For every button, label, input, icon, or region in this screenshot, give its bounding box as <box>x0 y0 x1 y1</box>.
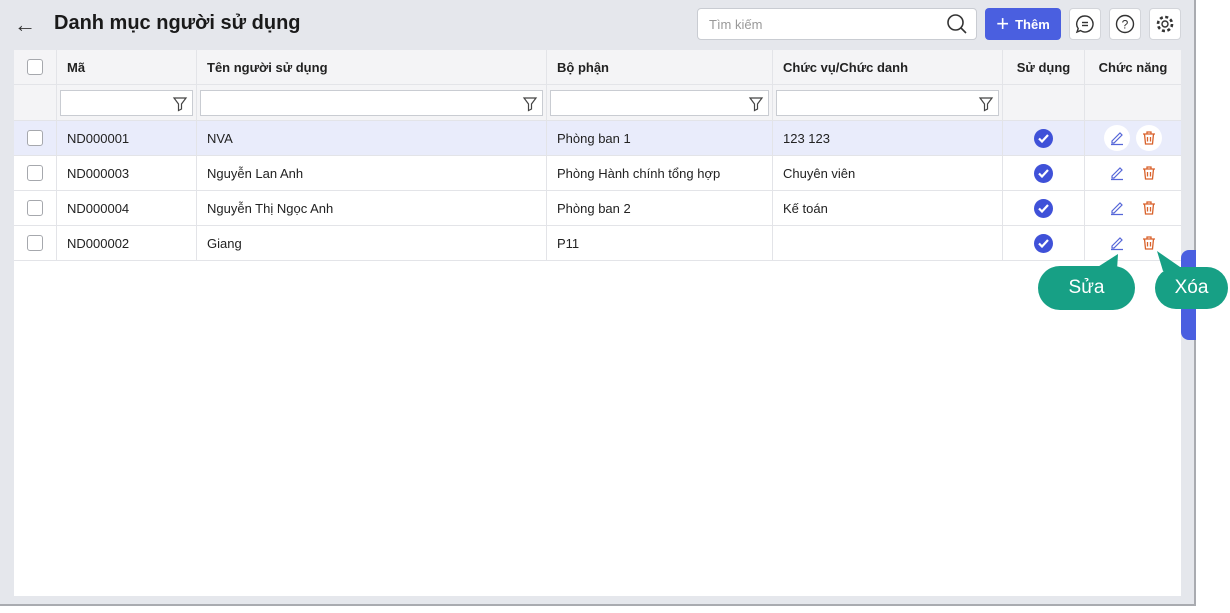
edit-callout: Sửa <box>1038 254 1135 310</box>
trash-icon <box>1143 201 1155 215</box>
delete-button[interactable] <box>1136 160 1162 186</box>
check-circle-icon <box>1034 128 1053 148</box>
cell-dept: Phòng Hành chính tổng hợp <box>547 156 773 190</box>
cell-name: Nguyễn Lan Anh <box>197 156 547 190</box>
filter-name-input[interactable] <box>200 89 543 116</box>
delete-callout-text: Xóa <box>1174 277 1209 298</box>
edit-button[interactable] <box>1104 195 1130 221</box>
col-position[interactable]: Chức vụ/Chức danh <box>773 50 1003 84</box>
row-checkbox[interactable] <box>27 165 43 181</box>
pencil-icon <box>1111 202 1123 216</box>
filter-row <box>14 85 1181 121</box>
plus-icon: + <box>996 11 1010 36</box>
add-button[interactable]: + Thêm <box>985 8 1061 40</box>
cell-code: ND000001 <box>57 121 197 155</box>
table-header: Mã Tên người sử dụng Bộ phận Chức vụ/Chứ… <box>14 50 1181 85</box>
table-row[interactable]: ND000002 Giang P11 <box>14 226 1181 261</box>
cell-position: 123 123 <box>773 121 1003 155</box>
cell-name: Nguyễn Thị Ngọc Anh <box>197 191 547 225</box>
cell-code: ND000004 <box>57 191 197 225</box>
chat-icon <box>1075 15 1094 34</box>
col-name[interactable]: Tên người sử dụng <box>197 50 547 84</box>
edit-callout-text: Sửa <box>1068 277 1105 298</box>
filter-icon[interactable] <box>978 96 994 112</box>
back-arrow-icon[interactable]: ← <box>14 12 36 38</box>
check-circle-icon <box>1034 163 1053 183</box>
cell-name: NVA <box>197 121 547 155</box>
chat-button[interactable] <box>1069 8 1101 40</box>
row-checkbox[interactable] <box>27 130 43 146</box>
col-code[interactable]: Mã <box>57 50 197 84</box>
filter-icon[interactable] <box>172 96 188 112</box>
cell-dept: Phòng ban 2 <box>547 191 773 225</box>
cell-dept: P11 <box>547 226 773 260</box>
app: ← Danh mục người sử dụng Tìm kiếm + Thêm … <box>0 0 1196 606</box>
pencil-icon <box>1111 132 1123 146</box>
settings-button[interactable] <box>1149 8 1181 40</box>
delete-button[interactable] <box>1136 125 1162 151</box>
edit-button[interactable] <box>1104 160 1130 186</box>
table-row[interactable]: ND000003 Nguyễn Lan Anh Phòng Hành chính… <box>14 156 1181 191</box>
delete-callout: Xóa <box>1155 251 1228 309</box>
col-active: Sử dụng <box>1003 50 1085 84</box>
cell-position: Chuyên viên <box>773 156 1003 190</box>
filter-dept-input[interactable] <box>550 89 769 116</box>
search-input[interactable]: Tìm kiếm <box>697 8 977 40</box>
filter-icon[interactable] <box>522 96 538 112</box>
help-button[interactable]: ? <box>1109 8 1141 40</box>
cell-position <box>773 226 1003 260</box>
search-placeholder: Tìm kiếm <box>709 17 763 32</box>
col-actions: Chức năng <box>1098 59 1168 75</box>
cell-position: Kế toán <box>773 191 1003 225</box>
pencil-icon <box>1111 237 1123 251</box>
page-title: Danh mục người sử dụng <box>54 12 301 34</box>
cell-code: ND000003 <box>57 156 197 190</box>
help-icon: ? <box>1115 14 1135 34</box>
trash-icon <box>1143 236 1155 250</box>
row-checkbox[interactable] <box>27 235 43 251</box>
delete-button[interactable] <box>1136 195 1162 221</box>
cell-dept: Phòng ban 1 <box>547 121 773 155</box>
filter-code-input[interactable] <box>60 89 193 116</box>
check-circle-icon <box>1034 198 1053 218</box>
cell-code: ND000002 <box>57 226 197 260</box>
edit-button[interactable] <box>1104 230 1130 256</box>
table-row[interactable]: ND000001 NVA Phòng ban 1 123 123 <box>14 121 1181 156</box>
gear-icon <box>1156 15 1174 33</box>
search-icon[interactable] <box>946 13 968 40</box>
user-table: Mã Tên người sử dụng Bộ phận Chức vụ/Chứ… <box>14 50 1181 596</box>
trash-icon <box>1143 166 1155 180</box>
edit-button[interactable] <box>1104 125 1130 151</box>
filter-icon[interactable] <box>748 96 764 112</box>
cell-name: Giang <box>197 226 547 260</box>
select-all-checkbox[interactable] <box>27 59 43 75</box>
check-circle-icon <box>1034 233 1053 253</box>
svg-text:?: ? <box>1122 18 1129 32</box>
row-checkbox[interactable] <box>27 200 43 216</box>
table-row[interactable]: ND000004 Nguyễn Thị Ngọc Anh Phòng ban 2… <box>14 191 1181 226</box>
filter-position-input[interactable] <box>776 89 999 116</box>
add-label: Thêm <box>1015 16 1050 32</box>
trash-icon <box>1143 131 1155 145</box>
pencil-icon <box>1111 167 1123 181</box>
col-dept[interactable]: Bộ phận <box>547 50 773 84</box>
